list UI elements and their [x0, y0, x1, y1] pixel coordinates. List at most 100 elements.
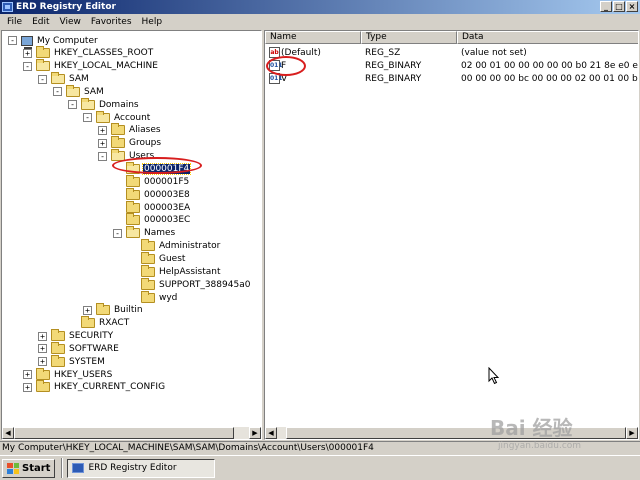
expand-icon[interactable]: + [38, 357, 47, 367]
tree-node[interactable]: 000003EC [113, 213, 191, 227]
scroll-left-button[interactable]: ◀ [265, 427, 277, 439]
tree-node-label[interactable]: SECURITY [68, 331, 114, 341]
tree-node[interactable]: + HKEY_CURRENT_CONFIG [23, 380, 166, 394]
tree-node-label[interactable]: SAM [68, 74, 90, 84]
tree-node[interactable]: HelpAssistant [128, 264, 222, 278]
value-row[interactable]: 011 F REG_BINARY 02 00 01 00 00 00 00 00 b0… [265, 59, 638, 72]
column-header-type[interactable]: Type [361, 31, 457, 44]
expand-icon[interactable]: + [23, 382, 32, 392]
tree-node[interactable]: + HKEY_CLASSES_ROOT [23, 46, 154, 60]
menu-view[interactable]: View [55, 17, 86, 27]
tree-node-label[interactable]: RXACT [98, 318, 130, 328]
tree-node[interactable]: + Builtin [83, 303, 144, 317]
tree-node[interactable]: - Names [113, 226, 176, 240]
tree-node-label[interactable]: Aliases [128, 125, 162, 135]
tree-node-label[interactable]: HKEY_CLASSES_ROOT [53, 48, 154, 58]
tree-node[interactable]: SUPPORT_388945a0 [128, 277, 251, 291]
folder-icon [141, 277, 155, 290]
tree-node-label[interactable]: Account [113, 113, 151, 123]
collapse-icon[interactable]: - [8, 36, 17, 45]
tree-node-label[interactable]: 000003E8 [143, 190, 191, 200]
expand-icon[interactable]: + [23, 48, 32, 58]
value-row[interactable]: ab (Default) REG_SZ (value not set) [265, 46, 638, 59]
registry-app-icon [72, 463, 85, 473]
expand-icon[interactable]: + [38, 344, 47, 354]
tree-node-label[interactable]: SAM [83, 87, 105, 97]
tree-node[interactable]: Administrator [128, 239, 221, 253]
tree-node[interactable]: + HKEY_USERS [23, 367, 113, 381]
tree-node[interactable]: + Groups [98, 136, 162, 150]
column-header-name[interactable]: Name [265, 31, 361, 44]
scroll-right-button[interactable]: ▶ [249, 427, 261, 439]
tree-node[interactable]: - My Computer [8, 34, 99, 49]
tree-node-label[interactable]: 000003EA [143, 203, 191, 213]
scroll-right-button[interactable]: ▶ [626, 427, 638, 439]
tree-node[interactable]: - SAM [53, 84, 105, 98]
collapse-icon[interactable]: - [23, 61, 32, 71]
registry-tree-pane[interactable]: ◀ ▶ - My Computer + HKEY_CLASSES_ROOT - HKEY_… [1, 30, 262, 440]
scroll-thumb[interactable] [14, 427, 234, 439]
tree-node[interactable]: + SECURITY [38, 329, 114, 343]
tree-node[interactable]: 000003E8 [113, 187, 191, 201]
menu-file[interactable]: File [2, 17, 27, 27]
tree-node-label[interactable]: HKEY_USERS [53, 370, 113, 380]
expand-icon[interactable]: + [83, 305, 92, 315]
values-list-pane[interactable]: Name Type Data ◀ ▶ ab (Default) REG_SZ (val… [264, 30, 639, 440]
tree-node-label[interactable]: wyd [158, 293, 178, 303]
tree-horizontal-scrollbar[interactable]: ◀ ▶ [2, 427, 261, 439]
tree-node-label[interactable]: Domains [98, 100, 140, 110]
tree-node[interactable]: - SAM [38, 72, 90, 86]
column-header-data[interactable]: Data [457, 31, 638, 44]
folder-icon [51, 341, 65, 354]
expand-icon[interactable]: + [98, 138, 107, 148]
menu-help[interactable]: Help [137, 17, 168, 27]
collapse-icon[interactable]: - [98, 151, 107, 161]
tree-node-label[interactable]: SYSTEM [68, 357, 106, 367]
menu-edit[interactable]: Edit [27, 17, 54, 27]
collapse-icon[interactable]: - [113, 228, 122, 238]
collapse-icon[interactable]: - [83, 113, 92, 123]
scroll-left-button[interactable]: ◀ [2, 427, 14, 439]
value-row[interactable]: 011 V REG_BINARY 00 00 00 00 bc 00 00 00 02… [265, 72, 638, 85]
tree-node[interactable]: 000001F5 [113, 174, 190, 188]
start-button[interactable]: Start [2, 458, 56, 478]
tree-node[interactable]: 000003EA [113, 200, 191, 214]
tree-node-label[interactable]: HKEY_CURRENT_CONFIG [53, 382, 166, 392]
minimize-button[interactable]: _ [600, 1, 612, 12]
tree-node-label[interactable]: Groups [128, 138, 162, 148]
tree-node-label[interactable]: Guest [158, 254, 186, 264]
tree-node-label[interactable]: SUPPORT_388945a0 [158, 280, 251, 290]
tree-node-label[interactable]: SOFTWARE [68, 344, 120, 354]
menu-favorites[interactable]: Favorites [86, 17, 137, 27]
maximize-button[interactable]: □ [613, 1, 625, 12]
tree-node-label[interactable]: Names [143, 228, 176, 238]
tree-node-label[interactable]: 000001F5 [143, 177, 190, 187]
tree-node[interactable]: + Aliases [98, 123, 162, 137]
close-button[interactable]: × [626, 1, 638, 12]
tree-node[interactable]: Guest [128, 251, 186, 265]
tree-node-label[interactable]: My Computer [36, 36, 99, 46]
expand-icon[interactable]: + [98, 125, 107, 135]
tree-node[interactable]: + SOFTWARE [38, 341, 120, 355]
tree-node-label[interactable]: Administrator [158, 241, 221, 251]
tree-node[interactable]: - Domains [68, 97, 140, 111]
expand-icon[interactable]: + [23, 370, 32, 380]
tree-node-label[interactable]: HKEY_LOCAL_MACHINE [53, 61, 159, 71]
computer-icon [21, 35, 33, 49]
tree-node-label[interactable]: HelpAssistant [158, 267, 222, 277]
tree-node-label[interactable]: Builtin [113, 305, 144, 315]
collapse-icon[interactable]: - [38, 74, 47, 84]
collapse-icon[interactable]: - [68, 100, 77, 110]
expand-icon[interactable]: + [38, 331, 47, 341]
task-label: ERD Registry Editor [88, 463, 177, 473]
taskbar-button-erd-registry-editor[interactable]: ERD Registry Editor [67, 458, 216, 478]
tree-node[interactable]: - HKEY_LOCAL_MACHINE [23, 59, 159, 73]
tree-node[interactable]: - Account [83, 110, 151, 124]
tree-node[interactable]: wyd [128, 290, 178, 304]
tree-node-label[interactable]: 000003EC [143, 215, 191, 225]
tree-node[interactable]: + SYSTEM [38, 354, 106, 368]
tree-node[interactable]: RXACT [68, 316, 130, 330]
collapse-icon[interactable]: - [53, 87, 62, 97]
folder-icon [126, 226, 140, 239]
